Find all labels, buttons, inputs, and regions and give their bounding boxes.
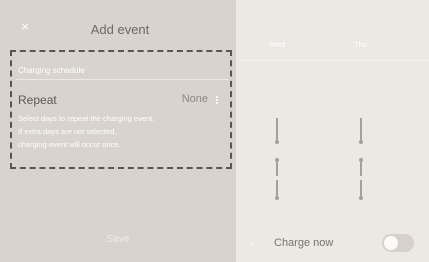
section-label-charging-schedule: Charging schedule: [18, 66, 85, 75]
page-title: Add event: [90, 22, 150, 37]
schedule-marker[interactable]: [274, 118, 280, 146]
chevron-left-icon[interactable]: ‹: [250, 238, 253, 248]
description-line: charging event will occur once.: [18, 140, 121, 149]
charge-now-label: Charge now: [274, 237, 334, 249]
repeat-description: Select days to repeat the charging event…: [18, 112, 218, 151]
divider: [16, 79, 228, 80]
save-button[interactable]: Save: [0, 234, 236, 245]
charge-now-toggle[interactable]: [382, 234, 414, 252]
close-icon[interactable]: ×: [18, 20, 32, 34]
more-vertical-icon[interactable]: [214, 95, 220, 107]
schedule-marker[interactable]: [358, 180, 364, 202]
day-header-wed: Wed: [270, 40, 286, 49]
schedule-marker[interactable]: [358, 118, 364, 146]
schedule-marker[interactable]: [274, 158, 280, 178]
calendar-panel: Wed Thu ‹ Charge now: [236, 0, 429, 262]
repeat-label: Repeat: [18, 93, 57, 107]
description-line: If extra days are not selected,: [18, 127, 117, 136]
toggle-knob: [384, 236, 398, 250]
calendar-divider: [236, 60, 429, 61]
repeat-setting-row[interactable]: Repeat None: [18, 93, 220, 109]
day-header-thu: Thu: [354, 40, 367, 49]
add-event-panel: × Add event Charging schedule Repeat Non…: [0, 0, 236, 262]
charge-now-bar: ‹ Charge now: [236, 226, 429, 262]
description-line: Select days to repeat the charging event…: [18, 114, 155, 123]
add-event-screen: × Add event Charging schedule Repeat Non…: [0, 0, 429, 262]
schedule-marker[interactable]: [358, 158, 364, 178]
repeat-value: None: [181, 93, 208, 105]
schedule-marker[interactable]: [274, 180, 280, 202]
